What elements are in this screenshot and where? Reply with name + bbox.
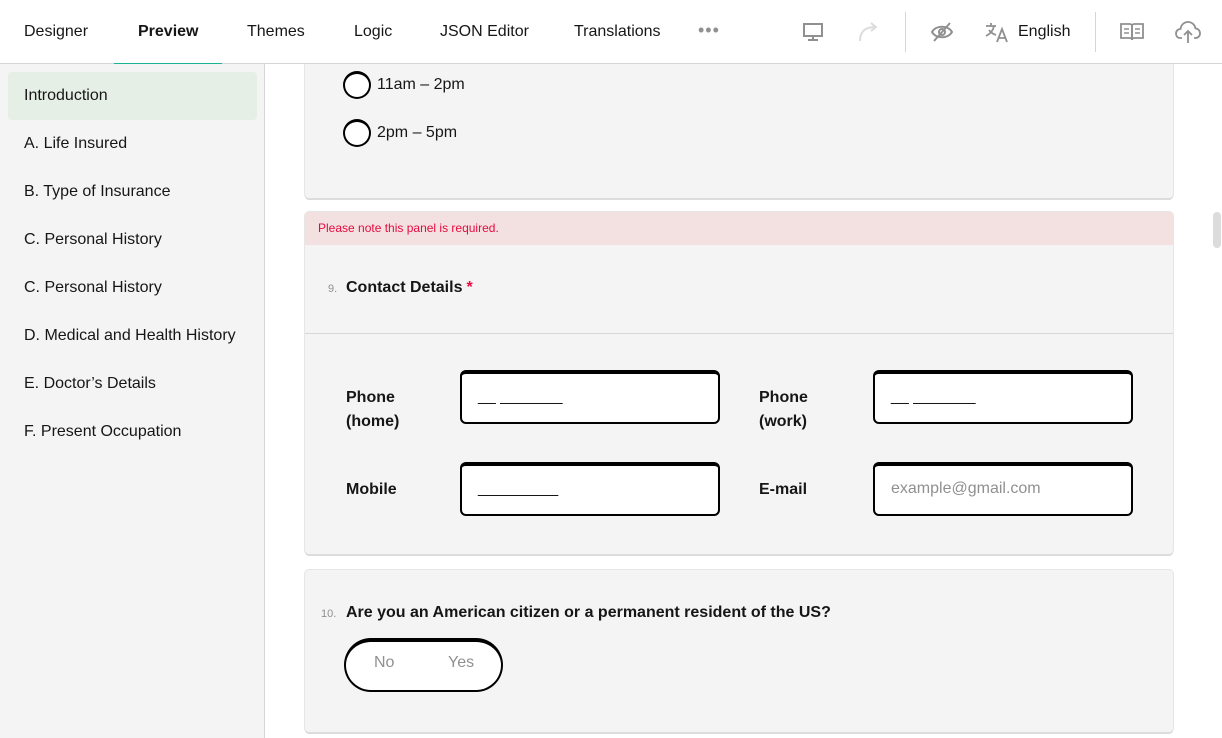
error-message: Please note this panel is required.	[318, 221, 499, 235]
time-preference-panel: 11am – 2pm 2pm – 5pm	[305, 64, 1173, 198]
phone-work-label-line1: Phone	[759, 389, 808, 406]
tab-designer[interactable]: Designer	[0, 0, 112, 64]
phone-work-input[interactable]: __ _______	[873, 370, 1133, 424]
yes-no-toggle[interactable]: No Yes	[344, 638, 503, 692]
tab-translations[interactable]: Translations	[550, 0, 685, 64]
phone-home-input[interactable]: __ _______	[460, 370, 720, 424]
radio-button[interactable]	[343, 71, 371, 99]
contact-details-panel: Please note this panel is required. 9. C…	[305, 212, 1173, 554]
phone-home-label: Phone (home)	[346, 386, 399, 434]
question-title: Are you an American citizen or a permane…	[346, 604, 831, 621]
phone-home-label-line2: (home)	[346, 413, 400, 430]
nav-item-present-occupation[interactable]: F. Present Occupation	[8, 408, 257, 456]
panel-error-banner: Please note this panel is required.	[305, 212, 1173, 245]
panel-title-text: Contact Details	[346, 279, 463, 296]
phone-work-label: Phone (work)	[759, 386, 808, 434]
more-tabs-button[interactable]: •••	[698, 0, 720, 64]
eye-off-icon[interactable]	[928, 18, 956, 46]
tab-preview[interactable]: Preview	[114, 0, 223, 65]
email-input[interactable]: example@gmail.com	[873, 462, 1133, 516]
radio-option-11am-2pm[interactable]: 11am – 2pm	[343, 69, 465, 101]
cloud-upload-icon[interactable]	[1174, 18, 1202, 46]
toolbar-separator	[905, 12, 906, 52]
nav-item-personal-history-2[interactable]: C. Personal History	[8, 264, 257, 312]
nav-item-doctors-details[interactable]: E. Doctor’s Details	[8, 360, 257, 408]
nav-item-type-of-insurance[interactable]: B. Type of Insurance	[8, 168, 257, 216]
translate-icon[interactable]	[983, 18, 1011, 46]
radio-button[interactable]	[343, 119, 371, 147]
nav-item-medical-history[interactable]: D. Medical and Health History	[8, 312, 257, 360]
radio-label: 2pm – 5pm	[377, 124, 458, 141]
toggle-option-yes[interactable]: Yes	[448, 654, 474, 672]
radio-option-2pm-5pm[interactable]: 2pm – 5pm	[343, 117, 457, 149]
panel-title: Contact Details *	[346, 279, 473, 297]
tab-logic[interactable]: Logic	[330, 0, 416, 64]
radio-label: 11am – 2pm	[377, 76, 465, 93]
mobile-input[interactable]: _________	[460, 462, 720, 516]
top-toolbar: Designer Preview Themes Logic JSON Edito…	[0, 0, 1222, 65]
question-number: 10.	[321, 608, 337, 620]
language-selector[interactable]: English	[1018, 0, 1070, 64]
redo-icon[interactable]	[855, 18, 883, 46]
citizenship-question-panel: 10. Are you an American citizen or a per…	[305, 570, 1173, 732]
nav-item-personal-history[interactable]: C. Personal History	[8, 216, 257, 264]
email-label: E-mail	[759, 481, 808, 498]
mobile-label: Mobile	[346, 481, 397, 498]
tab-themes[interactable]: Themes	[223, 0, 329, 64]
toggle-option-no[interactable]: No	[374, 654, 394, 672]
vertical-scrollbar-thumb[interactable]	[1213, 212, 1221, 248]
page-navigation-sidebar: Introduction A. Life Insured B. Type of …	[0, 64, 265, 738]
phone-work-label-line2: (work)	[759, 413, 807, 430]
required-asterisk: *	[466, 279, 473, 296]
nav-item-life-insured[interactable]: A. Life Insured	[8, 120, 257, 168]
phone-home-label-line1: Phone	[346, 389, 395, 406]
panel-divider	[305, 333, 1173, 334]
question-number: 9.	[328, 283, 338, 295]
monitor-icon[interactable]	[799, 18, 827, 46]
toolbar-separator	[1095, 12, 1096, 52]
tab-json-editor[interactable]: JSON Editor	[416, 0, 553, 64]
book-icon[interactable]	[1118, 18, 1146, 46]
form-preview-area: 11am – 2pm 2pm – 5pm Please note this pa…	[266, 64, 1222, 738]
nav-item-introduction[interactable]: Introduction	[8, 72, 257, 120]
